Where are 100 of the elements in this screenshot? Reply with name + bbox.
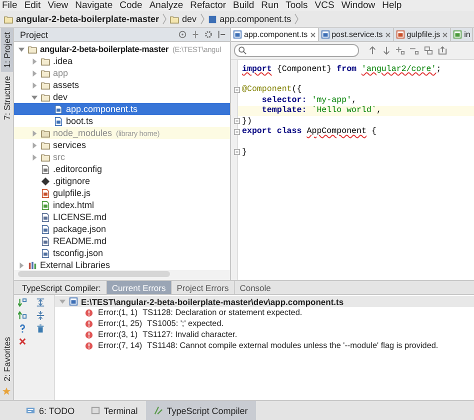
- tree-item[interactable]: README.md: [14, 235, 230, 247]
- fold-marker-icon[interactable]: [234, 86, 240, 93]
- tree-item[interactable]: .idea: [14, 55, 230, 67]
- close-icon[interactable]: [384, 32, 391, 38]
- editor-tab[interactable]: in: [451, 28, 474, 41]
- panel-tab[interactable]: Project Errors: [170, 281, 234, 294]
- breadcrumb-item[interactable]: dev: [182, 14, 197, 24]
- add-occurrence-icon[interactable]: [396, 46, 405, 55]
- tree-item[interactable]: dev: [14, 91, 230, 103]
- select-all-icon[interactable]: [424, 46, 433, 55]
- menu-item[interactable]: File: [2, 1, 18, 11]
- sort-icon[interactable]: [18, 298, 27, 307]
- tree-item[interactable]: boot.ts: [14, 115, 230, 127]
- error-message[interactable]: TS1005: ';' expected.: [147, 319, 224, 328]
- expand-arrow-icon[interactable]: [31, 94, 38, 100]
- fold-marker-icon[interactable]: [234, 128, 240, 135]
- tree-item[interactable]: tsconfig.json: [14, 247, 230, 259]
- error-message[interactable]: TS1128: Declaration or statement expected.: [142, 308, 302, 317]
- tool-window-button[interactable]: TypeScript Compiler: [146, 401, 256, 420]
- close-icon[interactable]: [310, 32, 316, 38]
- expand-arrow-icon[interactable]: [31, 58, 38, 64]
- close-icon[interactable]: [442, 32, 448, 38]
- expand-arrow-icon[interactable]: [18, 262, 25, 268]
- menu-item[interactable]: Tools: [286, 1, 308, 11]
- tool-window-tab[interactable]: 2: Favorites: [0, 332, 12, 385]
- tree-item[interactable]: services: [14, 139, 230, 151]
- error-location[interactable]: Error:(1, 1): [98, 308, 138, 317]
- panel-title[interactable]: Project: [18, 30, 48, 40]
- panel-title: TypeScript Compiler:: [21, 282, 102, 294]
- breadcrumb-item[interactable]: app.component.ts: [220, 14, 292, 24]
- expand-arrow-icon[interactable]: [31, 154, 38, 160]
- tree-item[interactable]: assets: [14, 79, 230, 91]
- tree-item[interactable]: app.component.ts: [14, 103, 230, 115]
- compiler-icon: [154, 406, 163, 415]
- error-message[interactable]: TS1148: Cannot compile external modules unless the '--module' flag is provided.: [147, 341, 438, 350]
- menu-item[interactable]: Help: [382, 1, 402, 11]
- tree-item[interactable]: LICENSE.md: [14, 211, 230, 223]
- menu-item[interactable]: Window: [341, 1, 376, 11]
- error-message[interactable]: TS1127: Invalid character.: [142, 330, 238, 339]
- tree-item[interactable]: .gitignore: [14, 175, 230, 187]
- error-location[interactable]: Error:(7, 14): [98, 341, 142, 350]
- error-location[interactable]: Error:(3, 1): [98, 330, 138, 339]
- arrow-down-icon[interactable]: [382, 46, 391, 55]
- search-icon: [238, 46, 247, 55]
- menu-item[interactable]: View: [48, 1, 68, 11]
- expand-arrow-icon[interactable]: [31, 82, 38, 88]
- search-field[interactable]: [234, 44, 359, 57]
- expand-arrow-icon[interactable]: [18, 46, 25, 52]
- tool-window-button[interactable]: 6: TODO: [18, 401, 83, 420]
- tree-item[interactable]: External Libraries: [14, 259, 230, 270]
- fold-marker-icon[interactable]: [234, 149, 240, 156]
- editor-tab[interactable]: app.component.ts: [231, 28, 319, 41]
- sort-icon[interactable]: [18, 311, 27, 320]
- tool-window-button[interactable]: Terminal: [82, 401, 146, 420]
- fold-marker-icon[interactable]: [234, 118, 240, 124]
- menu-item[interactable]: Code: [120, 1, 142, 11]
- code-line: @Component({: [238, 84, 474, 96]
- collapse-all-icon[interactable]: [36, 311, 45, 320]
- file-icon: [396, 30, 405, 39]
- books-icon: [28, 260, 37, 270]
- tool-window-tab[interactable]: 1: Project: [0, 28, 12, 72]
- expand-arrow-icon[interactable]: [59, 298, 66, 305]
- menu-item[interactable]: Build: [233, 1, 254, 11]
- file-icon: [54, 104, 63, 114]
- file-icon: [41, 200, 50, 210]
- file-icon: [41, 248, 50, 258]
- code-line: }: [238, 147, 474, 158]
- expand-arrow-icon[interactable]: [31, 70, 38, 76]
- breadcrumb-item[interactable]: angular-2-beta-boilerplate-master: [16, 14, 160, 24]
- expand-all-icon[interactable]: [36, 298, 45, 307]
- expand-arrow-icon[interactable]: [31, 130, 38, 136]
- editor-tab[interactable]: post.service.ts: [318, 28, 394, 41]
- tree-item[interactable]: .editorconfig: [14, 163, 230, 175]
- panel-tab[interactable]: Console: [234, 281, 276, 294]
- menu-item[interactable]: Refactor: [190, 1, 226, 11]
- menu-item[interactable]: Edit: [24, 1, 41, 11]
- tree-item[interactable]: package.json: [14, 223, 230, 235]
- settings-icon[interactable]: [204, 30, 213, 39]
- close-icon[interactable]: [18, 337, 27, 346]
- tree-item[interactable]: index.html: [14, 199, 230, 211]
- tool-window-tab[interactable]: 7: Structure: [0, 72, 12, 124]
- tree-item[interactable]: gulpfile.js: [14, 187, 230, 199]
- help-icon[interactable]: [18, 324, 27, 333]
- scrollbar[interactable]: [18, 271, 170, 277]
- error-location[interactable]: Error:(1, 25): [98, 319, 142, 328]
- menu-item[interactable]: Run: [261, 1, 279, 11]
- menu-item[interactable]: Navigate: [75, 1, 113, 11]
- file-icon: [41, 236, 50, 246]
- arrow-up-icon[interactable]: [368, 46, 377, 55]
- trash-icon[interactable]: [36, 324, 45, 333]
- menu-item[interactable]: VCS: [314, 1, 334, 11]
- code-line: export class AppComponent {: [238, 126, 474, 137]
- editor-tab[interactable]: gulpfile.js: [394, 28, 452, 41]
- target-icon[interactable]: [178, 30, 187, 39]
- expand-arrow-icon[interactable]: [31, 142, 38, 148]
- menu-item[interactable]: Analyze: [149, 1, 184, 11]
- remove-occurrence-icon[interactable]: [410, 46, 419, 55]
- export-icon[interactable]: [438, 46, 447, 55]
- star-icon: [2, 387, 11, 396]
- tree-item[interactable]: src: [14, 151, 230, 163]
